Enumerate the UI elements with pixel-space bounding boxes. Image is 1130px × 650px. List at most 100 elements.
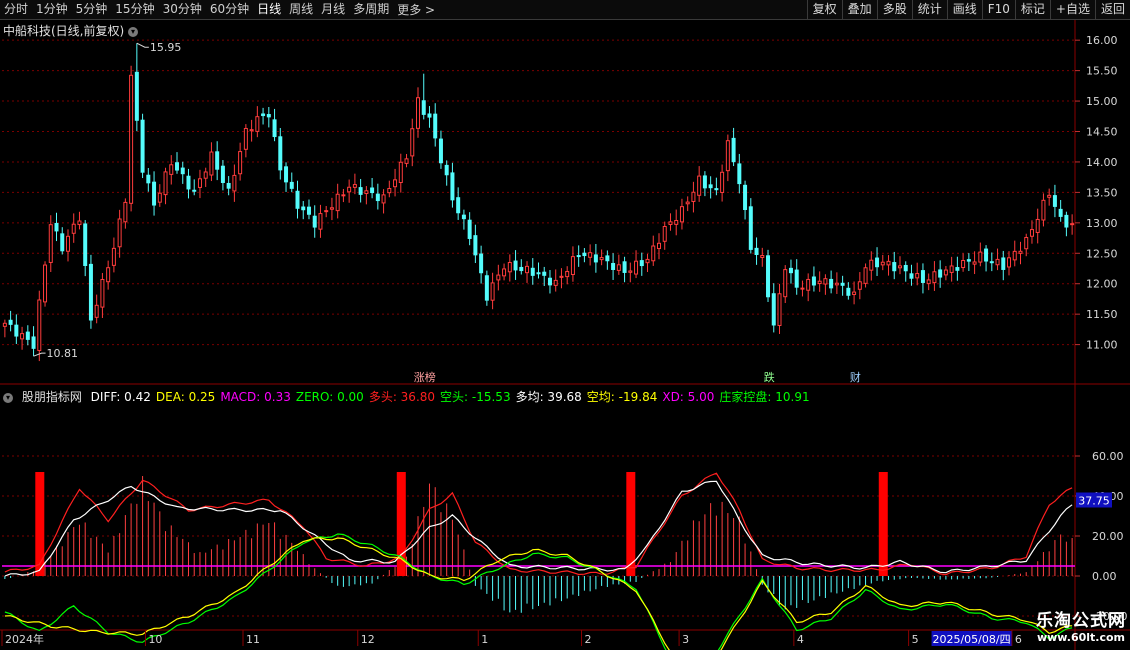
candle-body [393,179,398,188]
indicator-value: XD: 5.00 [662,390,715,404]
candle-body [387,188,392,194]
candle-body [140,119,145,173]
candle-body [203,171,208,179]
tab-timeframe[interactable]: 5分钟 [72,0,112,19]
candle-body [863,267,868,284]
candle-body [989,261,994,264]
tab-timeframe[interactable]: 分时 [0,0,32,19]
tab-timeframe[interactable]: 1分钟 [32,0,72,19]
candle-body [152,181,157,206]
price-tick-label: 13.00 [1086,217,1118,230]
candle-body [83,223,88,266]
candle-body [806,278,811,291]
candle-body [169,164,174,175]
tool-button[interactable]: 统计 [911,0,947,19]
candle-body [123,201,128,223]
candle-body [1070,223,1075,226]
candle-body [961,259,966,269]
candle-body [88,263,93,321]
indicator-header: ▾ 股朋指标网 DIFF: 0.42 DEA: 0.25 MACD: 0.33 ZER… [3,388,815,405]
tool-button[interactable]: F10 [981,0,1015,19]
tab-timeframe[interactable]: 60分钟 [206,0,253,19]
x-axis-label: 12 [361,633,375,646]
candle-body [1058,208,1063,217]
indicator-value: ZERO: 0.00 [295,390,364,404]
indicator-tick-label: 0.00 [1092,570,1117,583]
candle-body [794,269,799,288]
signal-bar [626,472,636,576]
candle-body [1007,257,1012,268]
tab-timeframe[interactable]: 15分钟 [111,0,158,19]
indicator-value: 庄家控盘: 10.91 [719,390,810,404]
candle-body [358,187,363,195]
candle-body [226,182,231,189]
candle-body [215,151,220,170]
candle-body [335,193,340,212]
tab-timeframe[interactable]: 月线 [317,0,349,19]
chevron-down-icon[interactable]: ▾ [3,392,13,403]
tool-button[interactable]: 画线 [946,0,982,19]
candle-body [616,264,621,271]
candle-body [530,267,535,276]
tool-button[interactable]: 返回 [1094,0,1130,19]
signal-bar [396,472,406,576]
x-axis-label: 2 [585,633,592,646]
indicator-value: 多头: 36.80 [368,390,436,404]
candle-body [1001,257,1006,270]
tab-timeframe[interactable]: 多周期 [349,0,393,19]
more-button[interactable]: 更多 > [393,1,439,18]
candle-body [289,181,294,189]
candle-body [823,278,828,285]
tab-timeframe[interactable]: 30分钟 [159,0,206,19]
indicator-value: 空均: -19.84 [586,390,658,404]
candle-body [341,194,346,197]
candle-body [691,191,696,202]
indicator-name: 股朋指标网 [21,390,82,404]
candle-body [834,282,839,286]
tool-button[interactable]: 复权 [806,0,842,19]
candle-body [8,319,13,325]
candle-body [318,213,323,230]
candle-body [754,247,759,256]
tool-button[interactable]: 标记 [1014,0,1050,19]
candle-body [1029,229,1034,237]
tool-button[interactable]: 叠加 [841,0,877,19]
candle-body [370,187,375,194]
candle-body [2,322,7,327]
tool-button[interactable]: 多股 [876,0,912,19]
candle-body [943,269,948,276]
candle-body [220,165,225,183]
x-axis-label: 1 [481,633,488,646]
tool-button[interactable]: +自选 [1049,0,1095,19]
price-tick-label: 16.00 [1086,34,1118,47]
candle-body [920,270,925,283]
chart-canvas[interactable]: 16.00 15.50 15.00 14.50 14.00 13.50 13.00 12.50… [0,20,1130,650]
candle-body [347,186,352,193]
candle-body [444,164,449,176]
candle-body [588,252,593,258]
candle-body [565,271,570,278]
indicator-value: MACD: 0.33 [220,390,291,404]
candle-body [43,264,48,303]
candle-body [295,190,300,209]
candle-body [364,190,369,195]
low-price-label: 10.81 [47,347,79,360]
candle-body [1012,250,1017,261]
candle-body [628,270,633,273]
candle-body [456,197,461,214]
tab-timeframe[interactable]: 周线 [285,0,317,19]
tab-timeframe-active[interactable]: 日线 [253,0,285,19]
candle-body [306,206,311,215]
candle-body [180,167,185,175]
candle-body [777,293,782,326]
candle-body [846,287,851,296]
event-marker: 跌 [764,370,775,384]
candle-body [106,267,111,283]
candle-body [192,189,197,192]
candle-body [909,273,914,279]
candle-body [788,267,793,274]
candle-body [496,274,501,281]
high-price-label: 15.95 [150,41,182,54]
candle-body [266,114,271,118]
chevron-down-icon[interactable]: ▾ [128,26,139,37]
